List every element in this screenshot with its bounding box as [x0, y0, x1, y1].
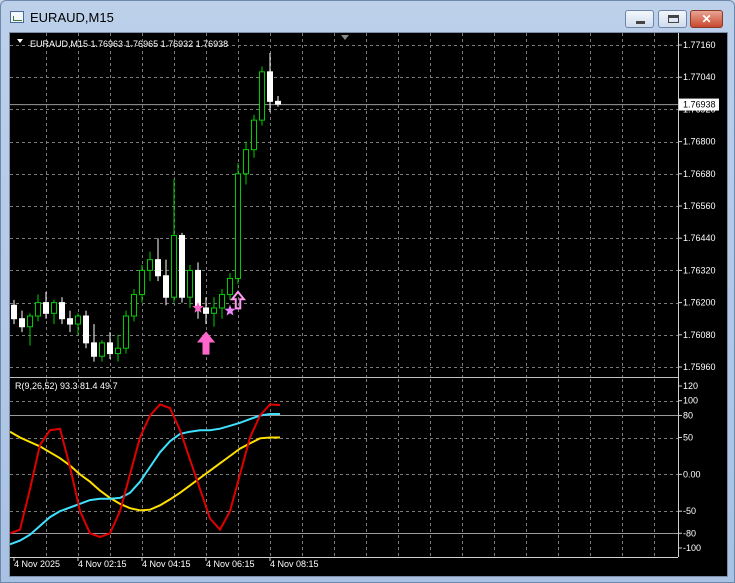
candle-body: [179, 235, 185, 298]
price-tick-label: 1.77040: [683, 72, 716, 82]
price-tick-label: 1.76320: [683, 265, 716, 275]
indicator-tick-label: 100: [683, 396, 698, 406]
candle-body: [147, 259, 153, 271]
indicator-tick-label: 120: [683, 381, 698, 391]
candle-body: [43, 302, 49, 314]
close-button[interactable]: ✕: [690, 10, 723, 28]
price-tick-label: 1.75960: [683, 362, 716, 372]
candle-body: [91, 342, 97, 357]
window-title: EURAUD,M15: [30, 10, 114, 25]
current-price-label: 1.76938: [683, 100, 716, 110]
price-tick-label: 1.76200: [683, 298, 716, 308]
shift-marker-icon[interactable]: [341, 35, 349, 40]
signal-arrow-icon: [196, 331, 216, 355]
main-info-text: EURAUD,M15 1.76963 1.76965 1.76932 1.769…: [30, 39, 228, 49]
chart-area[interactable]: EURAUD,M15 1.76963 1.76965 1.76932 1.769…: [9, 32, 728, 577]
candle-body: [83, 315, 89, 344]
title-bar[interactable]: EURAUD,M15 ✕: [1, 1, 734, 31]
signal-star-icon: [224, 304, 236, 316]
candle-body: [203, 307, 209, 314]
chart-dropdown-icon[interactable]: [17, 39, 23, 43]
time-tick-label: 4 Nov 06:15: [206, 559, 255, 569]
time-axis: 4 Nov 2025 4 Nov 02:15 4 Nov 04:15 4 Nov 06…: [13, 557, 319, 569]
time-tick-label: 4 Nov 02:15: [78, 559, 127, 569]
candle-body: [11, 304, 17, 320]
candle-body: [259, 71, 265, 121]
price-tick-label: 1.76800: [683, 137, 716, 147]
close-icon: ✕: [701, 12, 712, 26]
candle-body: [115, 347, 121, 355]
indicator-axis: 120 100 80 50 0.00 -50 -80 -100: [678, 381, 701, 553]
indicator-tick-label: -50: [683, 506, 696, 516]
price-tick-label: 1.76680: [683, 169, 716, 179]
minimize-button[interactable]: [625, 10, 654, 28]
candle-body: [251, 119, 257, 151]
price-tick-label: 1.76080: [683, 330, 716, 340]
chart-window: EURAUD,M15 ✕ EURAUD,M15 1.76963 1.76965 …: [0, 0, 735, 583]
candle-body: [99, 342, 105, 357]
indicator-grid: [10, 379, 678, 557]
candle-body: [267, 71, 273, 102]
time-tick-label: 4 Nov 04:15: [142, 559, 191, 569]
candle-body: [131, 294, 137, 317]
candle-body: [235, 173, 241, 279]
candlestick-series: [11, 53, 281, 362]
candle-body: [243, 149, 249, 175]
candle-body: [275, 100, 281, 105]
price-tick-label: 1.77160: [683, 40, 716, 50]
chart-canvas[interactable]: EURAUD,M15 1.76963 1.76965 1.76932 1.769…: [10, 33, 727, 576]
candle-body: [155, 259, 161, 277]
indicator-info-text: R(9,26,52) 93.3 81.4 49.7: [15, 381, 118, 391]
maximize-button[interactable]: [658, 10, 687, 28]
candle-body: [59, 302, 65, 320]
indicator-tick-label: 80: [683, 410, 693, 420]
price-axis: 1.771601.770401.769201.768001.766801.765…: [678, 40, 716, 372]
time-tick-label: 4 Nov 08:15: [270, 559, 319, 569]
candle-body: [163, 275, 169, 298]
chart-window-icon: [10, 11, 24, 23]
candle-body: [51, 302, 57, 314]
price-tick-label: 1.76560: [683, 201, 716, 211]
candle-body: [211, 307, 217, 314]
candle-body: [219, 294, 225, 309]
minimize-icon: [636, 21, 645, 24]
candle-body: [123, 315, 129, 349]
candle-body: [107, 342, 113, 355]
candle-body: [19, 318, 25, 328]
candle-body: [227, 277, 233, 296]
candle-body: [139, 269, 145, 296]
indicator-tick-label: -100: [683, 543, 701, 553]
maximize-icon: [668, 15, 679, 23]
candle-body: [27, 315, 33, 328]
candle-body: [35, 302, 41, 317]
candle-body: [171, 235, 177, 298]
main-grid: [10, 33, 678, 377]
indicator-yellow-line: [10, 430, 280, 512]
price-tick-label: 1.76440: [683, 233, 716, 243]
indicator-tick-label: 50: [683, 433, 693, 443]
candle-body: [67, 318, 73, 325]
indicator-tick-label: -80: [683, 528, 696, 538]
indicator-tick-label: 0.00: [683, 469, 701, 479]
time-tick-label: 4 Nov 2025: [14, 559, 60, 569]
candle-body: [187, 269, 193, 298]
candle-body: [75, 315, 81, 325]
